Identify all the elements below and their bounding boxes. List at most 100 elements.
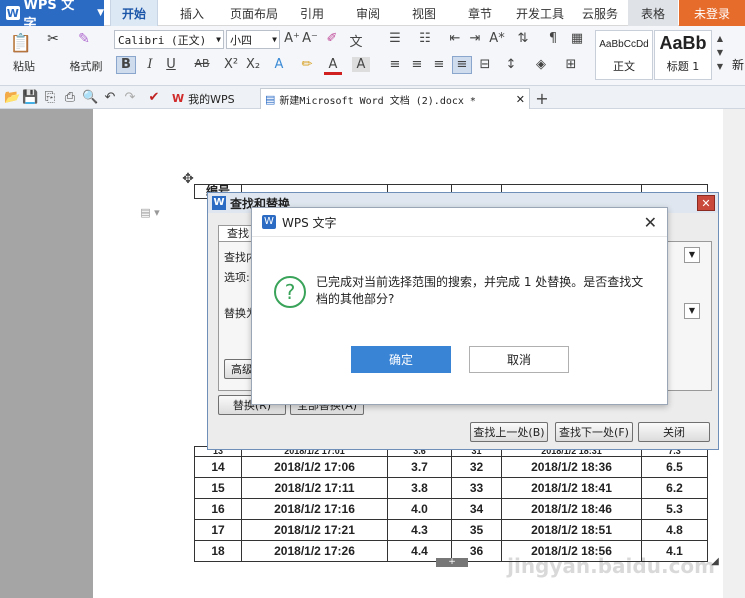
doc-tab-current[interactable]: ▤ 新建Microsoft Word 文档 (2).docx * ✕ xyxy=(260,88,530,109)
table-cell: 4.0 xyxy=(387,498,452,520)
tab-references[interactable]: 引用 xyxy=(300,0,324,26)
distribute-icon[interactable]: ⊟ xyxy=(476,57,494,72)
justify-icon[interactable]: ≡ xyxy=(452,56,472,74)
undo-icon[interactable]: ↶ xyxy=(102,90,118,105)
customize-icon[interactable]: ✔ xyxy=(146,90,162,105)
bold-icon[interactable]: B xyxy=(116,56,136,74)
superscript-icon[interactable]: X² xyxy=(222,57,240,72)
print-icon[interactable]: ⎙ xyxy=(62,90,78,105)
wps-logo-icon: W xyxy=(6,6,20,20)
text-effect-icon[interactable]: A xyxy=(270,57,288,72)
border-icon[interactable]: ⊞ xyxy=(562,57,580,72)
paragraph-handle-icon[interactable]: ▤ ▾ xyxy=(140,206,160,219)
new-tab-icon[interactable]: + xyxy=(534,89,550,108)
strikethrough-icon[interactable]: AB xyxy=(190,57,214,70)
table-icon[interactable]: ▦ xyxy=(568,31,586,46)
table-row: 16 2018/1/2 17:16 4.0 34 2018/1/2 18:46 … xyxy=(194,498,708,520)
clear-format-icon[interactable]: ✐ xyxy=(324,31,340,46)
doc-tab-my-wps[interactable]: W 我的WPS xyxy=(168,88,256,109)
watermark-text: jingyan.baidu.com xyxy=(507,554,715,578)
phonetic-icon[interactable]: 文 xyxy=(348,31,364,50)
font-size-select[interactable]: 小四 ▼ xyxy=(226,30,280,49)
italic-icon[interactable]: I xyxy=(142,57,158,72)
char-shading-icon[interactable]: A xyxy=(352,57,370,72)
increase-indent-icon[interactable]: ⇥ xyxy=(466,31,484,46)
table-cell: 2018/1/2 17:16 xyxy=(241,498,388,520)
bullet-list-icon[interactable]: ☰ xyxy=(386,31,404,46)
add-row-icon[interactable]: + xyxy=(436,558,468,567)
close-button[interactable]: 关闭 xyxy=(638,422,710,442)
tab-home[interactable]: 开始 xyxy=(110,0,158,26)
align-right-icon[interactable]: ≡ xyxy=(430,57,448,72)
table-cell: 4.3 xyxy=(387,519,452,541)
paste-button[interactable]: 粘贴 xyxy=(4,58,44,74)
style-normal[interactable]: AaBbCcDd 正文 xyxy=(595,30,653,80)
paste-icon[interactable]: 📋 xyxy=(8,32,34,54)
tab-table[interactable]: 表格 xyxy=(628,0,678,26)
format-painter-icon[interactable]: ✎ xyxy=(74,30,94,48)
cut-icon[interactable]: ✂ xyxy=(44,30,62,48)
align-left-icon[interactable]: ≡ xyxy=(386,57,404,72)
new-style-button[interactable]: 新 xyxy=(732,56,744,73)
style-heading-preview: AaBb xyxy=(659,33,707,53)
align-center-icon[interactable]: ≡ xyxy=(408,57,426,72)
style-heading-label: 标题 1 xyxy=(666,60,700,73)
font-color-icon[interactable]: A xyxy=(324,57,342,75)
message-title-text: WPS 文字 xyxy=(282,215,337,230)
table-cell: 35 xyxy=(451,519,502,541)
line-spacing-icon[interactable]: ↕ xyxy=(502,57,520,72)
find-history-dropdown[interactable]: ▼ xyxy=(684,247,700,263)
table-cell: 34 xyxy=(451,498,502,520)
close-icon[interactable]: ✕ xyxy=(516,93,525,106)
redo-icon[interactable]: ↷ xyxy=(122,90,138,105)
tab-developer[interactable]: 开发工具 xyxy=(516,0,564,26)
grow-font-icon[interactable]: A⁺ xyxy=(284,31,300,46)
message-title: W WPS 文字 xyxy=(252,208,667,236)
ok-button[interactable]: 确定 xyxy=(351,346,451,373)
highlight-icon[interactable]: ✏ xyxy=(298,57,316,72)
doc-tab-label: 新建Microsoft Word 文档 (2).docx * xyxy=(279,95,476,107)
table-cell: 5.3 xyxy=(641,498,708,520)
table-cell: 3.7 xyxy=(387,456,452,478)
number-list-icon[interactable]: ☷ xyxy=(416,31,434,46)
format-painter-button[interactable]: 格式刷 xyxy=(66,58,106,74)
export-icon[interactable]: ⎘ xyxy=(42,90,58,105)
table-cell: 2018/1/2 18:36 xyxy=(501,456,642,478)
tab-cloud[interactable]: 云服务 xyxy=(582,0,618,26)
cancel-button[interactable]: 取消 xyxy=(469,346,569,373)
table-row: 17 2018/1/2 17:21 4.3 35 2018/1/2 18:51 … xyxy=(194,519,708,541)
shrink-font-icon[interactable]: A⁻ xyxy=(302,31,318,46)
styles-scroll-icon[interactable]: ▲ ▼ ▼ xyxy=(714,32,726,74)
find-next-button[interactable]: 查找下一处(F) xyxy=(555,422,633,442)
login-button[interactable]: 未登录 xyxy=(679,0,745,26)
preview-icon[interactable]: 🔍 xyxy=(82,90,98,105)
table-cell: 3.8 xyxy=(387,477,452,499)
vertical-scrollbar[interactable] xyxy=(723,109,745,598)
table-cell: 32 xyxy=(451,456,502,478)
underline-icon[interactable]: U xyxy=(162,57,180,72)
message-dialog: W WPS 文字 ✕ ? 已完成对当前选择范围的搜索，并完成 1 处替换。是否查… xyxy=(251,207,668,405)
subscript-icon[interactable]: X₂ xyxy=(244,57,262,72)
show-marks-icon[interactable]: ¶ xyxy=(544,31,562,46)
tab-insert[interactable]: 插入 xyxy=(180,0,204,26)
table-cell: 6.5 xyxy=(641,456,708,478)
shading-icon[interactable]: ◈ xyxy=(532,57,550,72)
close-icon[interactable]: ✕ xyxy=(697,195,715,211)
open-icon[interactable]: 📂 xyxy=(4,90,20,105)
style-heading-1[interactable]: AaBb 标题 1 xyxy=(654,30,712,80)
tab-chapter[interactable]: 章节 xyxy=(468,0,492,26)
find-previous-button[interactable]: 查找上一处(B) xyxy=(470,422,548,442)
font-name-select[interactable]: Calibri (正文) ▼ xyxy=(114,30,224,49)
sort-icon[interactable]: ⇅ xyxy=(514,31,532,46)
decrease-indent-icon[interactable]: ⇤ xyxy=(446,31,464,46)
tab-view[interactable]: 视图 xyxy=(412,0,436,26)
table-cell: 2018/1/2 18:46 xyxy=(501,498,642,520)
replace-history-dropdown[interactable]: ▼ xyxy=(684,303,700,319)
tab-page-layout[interactable]: 页面布局 xyxy=(230,0,278,26)
save-icon[interactable]: 💾 xyxy=(22,90,38,105)
app-menu-button[interactable]: W WPS 文字 ▼ xyxy=(0,0,104,32)
close-icon[interactable]: ✕ xyxy=(644,213,657,232)
wps-icon: W xyxy=(172,92,185,105)
tab-review[interactable]: 审阅 xyxy=(356,0,380,26)
change-case-icon[interactable]: A* xyxy=(488,31,506,46)
